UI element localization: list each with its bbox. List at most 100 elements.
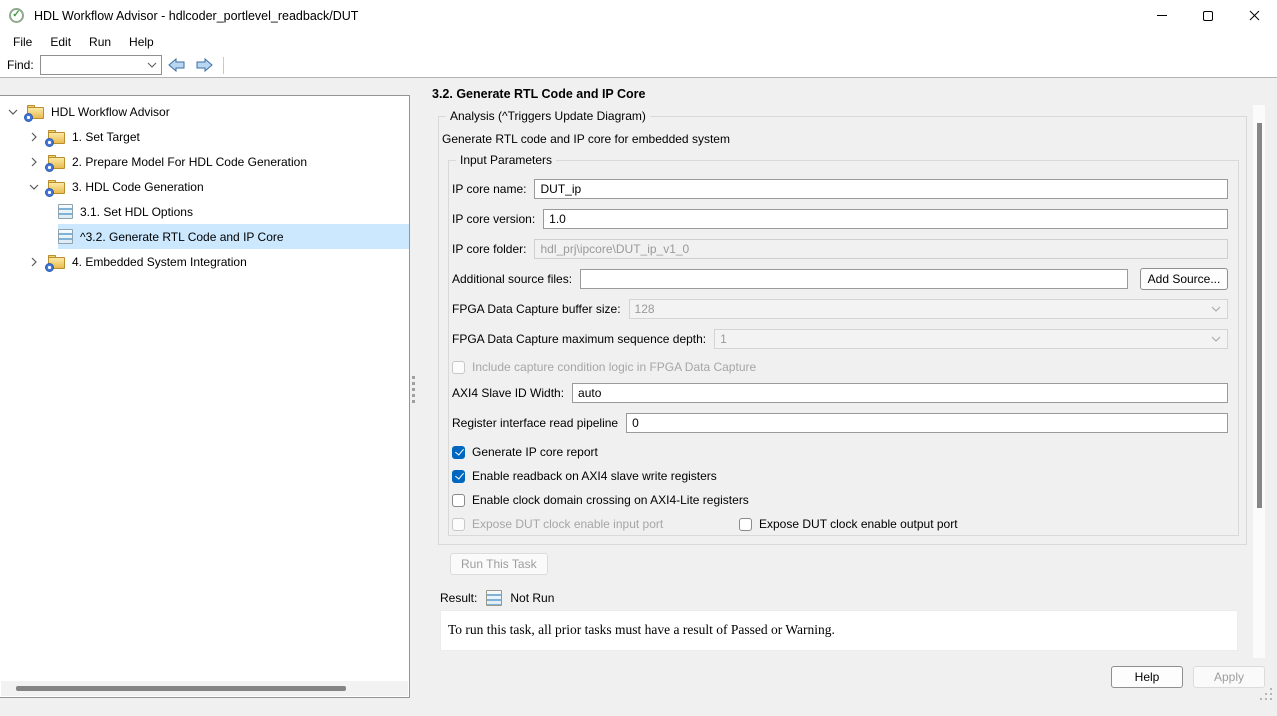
menu-bar: File Edit Run Help [0,31,1277,53]
tree-item-prepare-model[interactable]: 2. Prepare Model For HDL Code Generation [0,149,409,174]
app-check-circle-icon: ✓ [9,8,24,23]
run-this-task-button: Run This Task [450,553,548,575]
title-bar: ✓ HDL Workflow Advisor - hdlcoder_portle… [0,0,1277,31]
include-capture-condition-row: Include capture condition logic in FPGA … [452,357,1228,377]
expose-clock-output-checkbox[interactable]: Expose DUT clock enable output port [739,517,958,531]
scrollbar-thumb[interactable] [1257,123,1262,508]
additional-source-row: Additional source files: Add Source... [452,269,1228,289]
fpga-sequence-depth-dropdown: 1 [714,329,1228,349]
checkbox-icon[interactable] [452,470,465,483]
toolbar: Find: [0,53,1277,78]
main-content: HDL Workflow Advisor 1. Set Target 2. Pr… [0,78,1277,716]
ip-core-version-row: IP core version: [452,209,1228,229]
fpga-buffer-size-dropdown: 128 [629,299,1228,319]
chevron-down-icon[interactable] [26,179,42,195]
ip-core-name-input[interactable] [534,179,1228,199]
tree-item-embedded-system-integration[interactable]: 4. Embedded System Integration [0,249,409,274]
tree-item-generate-rtl-ip-core[interactable]: ^3.2. Generate RTL Code and IP Core [0,224,409,249]
expose-clock-input-checkbox: Expose DUT clock enable input port [452,517,739,531]
result-value: Not Run [510,591,554,605]
checkbox-icon [452,361,465,374]
chevron-down-icon [1211,336,1221,342]
right-arrow-icon [195,58,213,72]
tree-item-hdl-code-generation[interactable]: 3. HDL Code Generation [0,174,409,199]
result-message: To run this task, all prior tasks must h… [441,611,1237,638]
enable-readback-row: Enable readback on AXI4 slave write regi… [452,466,1228,486]
workflow-tree-panel: HDL Workflow Advisor 1. Set Target 2. Pr… [0,95,410,698]
axi4-slave-id-width-input[interactable] [572,383,1228,403]
analysis-group-label: Analysis (^Triggers Update Diagram) [446,109,650,123]
folder-gear-icon [48,180,65,194]
minimize-icon [1157,15,1167,16]
input-group-label: Input Parameters [456,153,556,167]
folder-gear-icon [48,130,65,144]
generate-report-row: Generate IP core report [452,442,1228,462]
axi4-slave-id-width-row: AXI4 Slave ID Width: [452,383,1228,403]
chevron-down-icon [1211,306,1221,312]
resize-grip[interactable] [1260,698,1262,700]
ip-core-folder-input [534,239,1228,259]
find-back-button[interactable] [165,55,189,76]
tree-item-set-target[interactable]: 1. Set Target [0,124,409,149]
scrollbar-thumb[interactable] [16,686,346,691]
register-read-pipeline-row: Register interface read pipeline [452,413,1228,433]
checkbox-icon[interactable] [452,494,465,507]
result-message-box: To run this task, all prior tasks must h… [440,610,1238,651]
ip-core-name-row: IP core name: [452,179,1228,199]
close-button[interactable] [1231,0,1277,31]
page-title: 3.2. Generate RTL Code and IP Core [432,87,646,101]
additional-source-input[interactable] [580,269,1128,289]
menu-edit[interactable]: Edit [41,33,80,51]
close-icon [1249,10,1260,21]
generate-ip-core-report-checkbox[interactable]: Generate IP core report [452,445,598,459]
ip-core-folder-row: IP core folder: [452,239,1228,259]
result-label: Result: [440,591,477,605]
clock-domain-crossing-checkbox[interactable]: Enable clock domain crossing on AXI4-Lit… [452,493,749,507]
tree-item-hdl-workflow-advisor[interactable]: HDL Workflow Advisor [0,99,409,124]
result-status-icon [486,590,502,606]
checkbox-icon[interactable] [739,518,752,531]
minimize-button[interactable] [1139,0,1185,31]
checkbox-icon[interactable] [452,446,465,459]
menu-help[interactable]: Help [120,33,163,51]
analysis-groupbox: Analysis (^Triggers Update Diagram) Gene… [438,116,1247,545]
task-detail-panel: 3.2. Generate RTL Code and IP Core Analy… [411,78,1277,716]
chevron-right-icon[interactable] [26,154,42,170]
ip-core-version-input[interactable] [543,209,1228,229]
expose-clock-enable-row: Expose DUT clock enable input port Expos… [452,514,1228,534]
window-title: HDL Workflow Advisor - hdlcoder_portleve… [34,9,358,23]
find-input[interactable] [41,57,147,73]
input-parameters-groupbox: Input Parameters IP core name: IP core v… [448,160,1239,536]
fpga-buffer-size-row: FPGA Data Capture buffer size: 128 [452,299,1228,319]
add-source-button[interactable]: Add Source... [1140,268,1228,290]
chevron-down-icon [147,62,157,68]
menu-run[interactable]: Run [80,33,120,51]
find-label: Find: [7,58,34,72]
help-button[interactable]: Help [1111,666,1183,688]
menu-file[interactable]: File [4,33,41,51]
task-description: Generate RTL code and IP core for embedd… [442,132,730,146]
fpga-sequence-depth-row: FPGA Data Capture maximum sequence depth… [452,329,1228,349]
vertical-scrollbar[interactable] [1253,105,1265,658]
maximize-button[interactable] [1185,0,1231,31]
find-combobox[interactable] [40,55,162,75]
folder-gear-icon [48,255,65,269]
folder-gear-icon [27,105,44,119]
left-arrow-icon [168,58,186,72]
apply-button: Apply [1193,666,1265,688]
toolbar-separator [223,57,224,74]
include-capture-condition-checkbox: Include capture condition logic in FPGA … [452,360,756,374]
task-list-icon [58,229,73,244]
enable-readback-checkbox[interactable]: Enable readback on AXI4 slave write regi… [452,469,717,483]
find-forward-button[interactable] [192,55,216,76]
result-row: Result: Not Run [440,590,554,606]
clock-domain-crossing-row: Enable clock domain crossing on AXI4-Lit… [452,490,1228,510]
chevron-right-icon[interactable] [26,129,42,145]
register-read-pipeline-input[interactable] [626,413,1228,433]
chevron-down-icon[interactable] [5,104,21,120]
folder-gear-icon [48,155,65,169]
tree-horizontal-scrollbar[interactable] [1,681,408,696]
task-list-icon [58,204,73,219]
tree-item-set-hdl-options[interactable]: 3.1. Set HDL Options [0,199,409,224]
chevron-right-icon[interactable] [26,254,42,270]
